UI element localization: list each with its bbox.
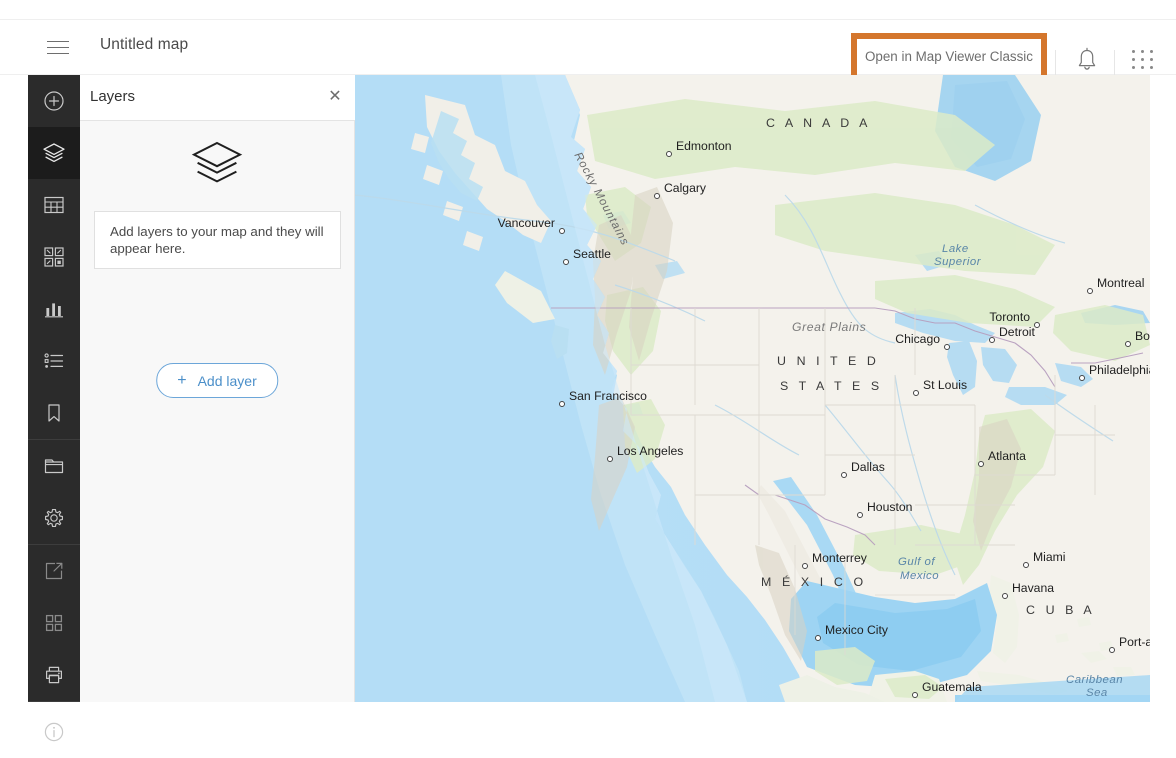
app-header: Untitled map Open in Map Viewer Classic — [0, 19, 1176, 83]
plus-icon: + — [177, 371, 187, 389]
add-layer-button[interactable]: + Add layer — [156, 363, 278, 398]
sidebar-item-layers[interactable] — [28, 127, 80, 179]
empty-layers-message: Add layers to your map and they will app… — [110, 224, 324, 256]
bell-icon[interactable] — [1073, 45, 1101, 75]
add-layer-label: Add layer — [197, 372, 257, 389]
sidebar-item-charts[interactable] — [28, 283, 80, 335]
close-icon[interactable]: ✕ — [325, 87, 345, 107]
sidebar-item-share[interactable] — [28, 545, 80, 597]
header-divider-left — [1055, 50, 1056, 78]
sidebar-item-about[interactable] — [28, 706, 80, 758]
open-in-map-viewer-classic-link[interactable]: Open in Map Viewer Classic — [865, 49, 1033, 64]
map-canvas[interactable]: Edmonton Calgary Vancouver Seattle San Franc… — [355, 75, 1150, 702]
grid-apps-icon[interactable] — [1132, 50, 1154, 72]
sidebar-item-create-app[interactable] — [28, 597, 80, 649]
hamburger-menu-icon[interactable] — [45, 35, 71, 61]
sidebar-item-settings[interactable] — [28, 492, 80, 544]
sidebar-item-add-content[interactable] — [28, 75, 80, 127]
sidebar-item-basemap[interactable] — [28, 231, 80, 283]
layers-icon — [191, 140, 243, 193]
left-toolbar — [28, 75, 80, 742]
map-viewer-app: Untitled map Open in Map Viewer Classic — [0, 0, 1176, 742]
page-title: Untitled map — [100, 36, 189, 53]
empty-layers-box: Add layers to your map and they will app… — [94, 211, 341, 269]
sidebar-item-map-properties[interactable] — [28, 440, 80, 492]
header-divider-right — [1114, 50, 1115, 78]
sidebar-item-tables[interactable] — [28, 179, 80, 231]
layers-panel-title: Layers — [90, 88, 136, 105]
basemap-graphic — [355, 75, 1150, 702]
sidebar-item-bookmarks[interactable] — [28, 387, 80, 439]
sidebar-item-legend[interactable] — [28, 335, 80, 387]
layers-panel-header: Layers ✕ — [80, 75, 355, 121]
layers-panel: Layers ✕ Add layers to your map and they… — [80, 75, 355, 702]
sidebar-item-print[interactable] — [28, 649, 80, 701]
